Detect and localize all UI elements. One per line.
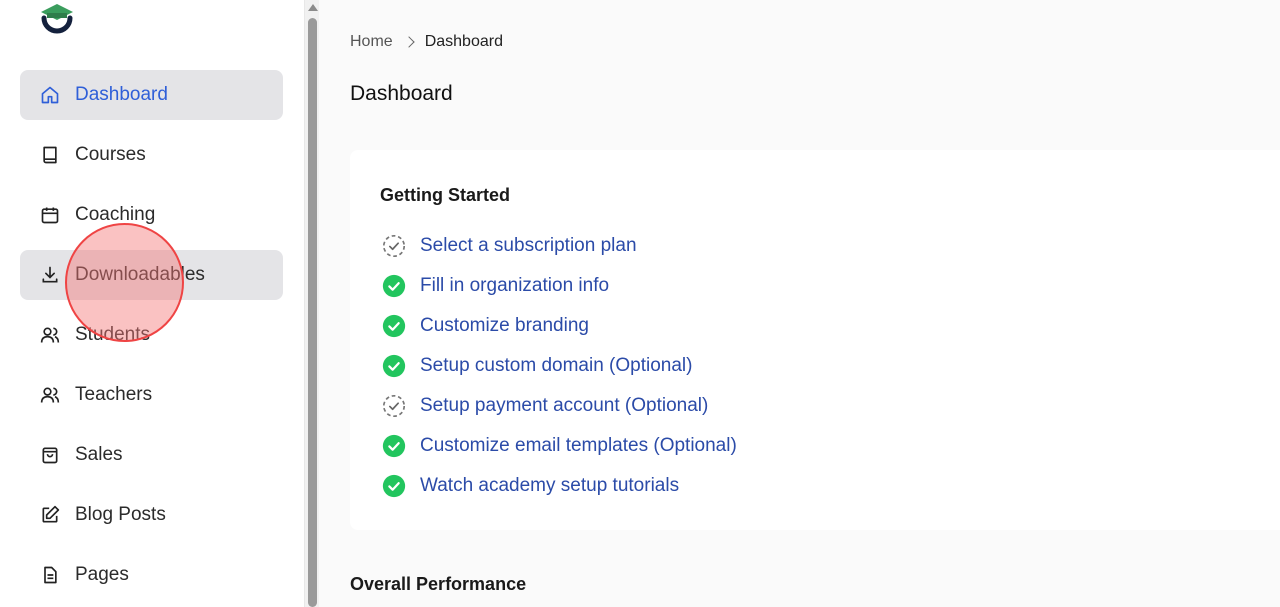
users-icon: [39, 324, 61, 346]
task-label: Select a subscription plan: [420, 235, 637, 256]
sidebar-item-label: Students: [75, 324, 150, 345]
task-setup-payment-account[interactable]: Setup payment account (Optional): [380, 392, 708, 420]
sidebar-item-courses[interactable]: Courses: [20, 130, 283, 180]
sidebar-scrollbar[interactable]: [304, 0, 319, 607]
page-title: Dashboard: [350, 82, 453, 105]
task-customize-branding[interactable]: Customize branding: [380, 312, 589, 340]
task-label: Setup custom domain (Optional): [420, 355, 693, 376]
sidebar-item-label: Courses: [75, 144, 146, 165]
overall-performance-title: Overall Performance: [350, 574, 527, 594]
scrollbar-thumb[interactable]: [308, 18, 317, 607]
main-content: Home Dashboard Dashboard Getting Started…: [320, 0, 1280, 607]
home-icon: [39, 84, 61, 106]
sidebar-item-students[interactable]: Students: [20, 310, 283, 360]
task-setup-custom-domain[interactable]: Setup custom domain (Optional): [380, 352, 692, 380]
task-label: Customize email templates (Optional): [420, 435, 737, 456]
sidebar-item-label: Downloadables: [75, 264, 205, 285]
scroll-up-arrow-icon[interactable]: [308, 4, 318, 11]
task-label: Watch academy setup tutorials: [420, 475, 680, 496]
sidebar: Dashboard Courses Coaching Downloadables…: [0, 0, 304, 607]
sidebar-item-label: Pages: [75, 564, 129, 585]
download-icon: [39, 264, 61, 286]
sidebar-item-label: Blog Posts: [75, 504, 166, 525]
sidebar-item-label: Sales: [75, 444, 123, 465]
sidebar-item-label: Coaching: [75, 204, 156, 225]
sidebar-item-label: Teachers: [75, 384, 153, 405]
sidebar-item-blog-posts[interactable]: Blog Posts: [20, 490, 283, 540]
book-icon: [39, 144, 61, 166]
breadcrumb-current: Dashboard: [424, 33, 503, 50]
completed-check-icon: [380, 432, 408, 460]
task-select-subscription-plan[interactable]: Select a subscription plan: [380, 232, 637, 260]
getting-started-title: Getting Started: [380, 185, 511, 205]
getting-started-card: Getting Started Select a subscription pl…: [350, 150, 1280, 530]
logo-icon[interactable]: [38, 2, 76, 40]
chevron-right-icon: [403, 36, 415, 48]
document-icon: [39, 564, 61, 586]
pending-check-icon: [380, 392, 408, 420]
sidebar-item-coaching[interactable]: Coaching: [20, 190, 283, 240]
task-watch-setup-tutorials[interactable]: Watch academy setup tutorials: [380, 472, 679, 500]
breadcrumb-home-link[interactable]: Home: [350, 33, 393, 51]
sidebar-item-sales[interactable]: Sales: [20, 430, 283, 480]
completed-check-icon: [380, 352, 408, 380]
sidebar-item-dashboard[interactable]: Dashboard: [20, 70, 283, 120]
sidebar-item-pages[interactable]: Pages: [20, 550, 283, 600]
sidebar-item-teachers[interactable]: Teachers: [20, 370, 283, 420]
task-label: Customize branding: [420, 315, 589, 336]
sidebar-item-label: Dashboard: [75, 84, 168, 105]
users-icon: [39, 384, 61, 406]
task-label: Fill in organization info: [420, 275, 610, 296]
sidebar-item-downloadables[interactable]: Downloadables: [20, 250, 283, 300]
pending-check-icon: [380, 232, 408, 260]
task-label: Setup payment account (Optional): [420, 395, 709, 416]
edit-icon: [39, 504, 61, 526]
completed-check-icon: [380, 472, 408, 500]
task-fill-organization-info[interactable]: Fill in organization info: [380, 272, 609, 300]
task-customize-email-templates[interactable]: Customize email templates (Optional): [380, 432, 737, 460]
completed-check-icon: [380, 312, 408, 340]
completed-check-icon: [380, 272, 408, 300]
calendar-icon: [39, 204, 61, 226]
breadcrumb: Home Dashboard: [350, 33, 503, 51]
shopping-bag-icon: [39, 444, 61, 466]
